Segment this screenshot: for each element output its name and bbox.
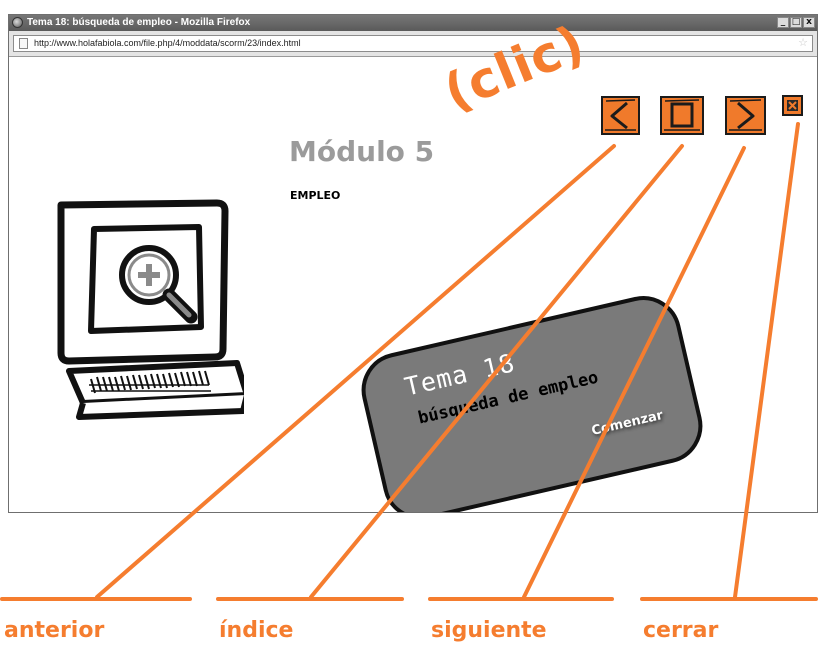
callout-line-next bbox=[522, 146, 746, 599]
callout-lines bbox=[0, 122, 818, 601]
page: Tema 18: búsqueda de empleo - Mozilla Fi… bbox=[0, 0, 818, 648]
callout-line-previous bbox=[95, 144, 616, 599]
callout-line-index bbox=[309, 144, 684, 599]
label-close: cerrar bbox=[643, 618, 719, 643]
callout-line-close bbox=[733, 122, 800, 599]
label-index: índice bbox=[219, 618, 294, 643]
label-next: siguiente bbox=[431, 618, 547, 643]
label-previous: anterior bbox=[4, 618, 105, 643]
